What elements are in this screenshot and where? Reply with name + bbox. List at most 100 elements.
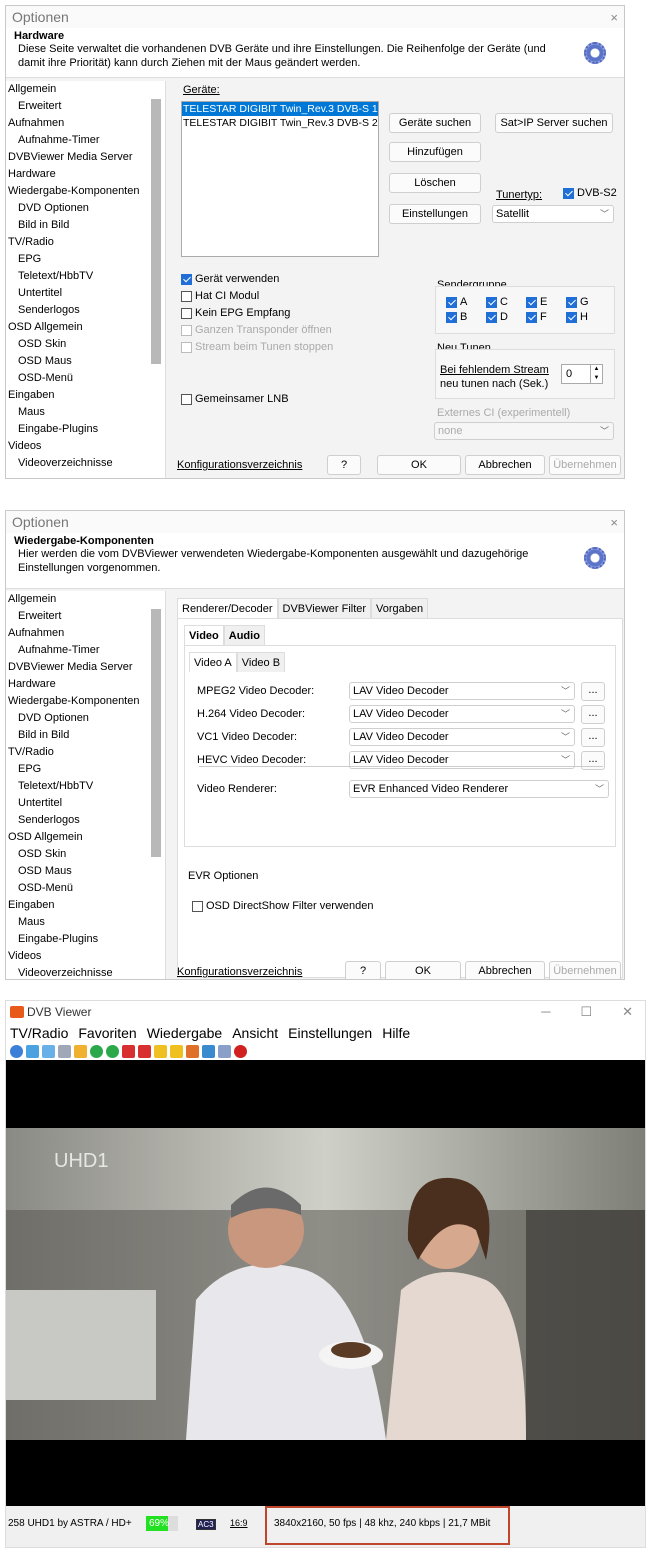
close-icon[interactable]: × bbox=[610, 10, 618, 25]
decoder-select[interactable]: LAV Video Decoder ﹀ bbox=[349, 682, 575, 700]
tree-item[interactable]: Untertitel bbox=[6, 795, 165, 812]
tree-item[interactable]: OSD-Menü bbox=[6, 880, 165, 897]
apply-button[interactable]: Übernehmen bbox=[549, 455, 621, 475]
use-device-checkbox[interactable]: Gerät verwenden bbox=[181, 273, 279, 285]
shared-lnb-checkbox[interactable]: Gemeinsamer LNB bbox=[181, 393, 289, 405]
tree-item[interactable]: OSD Skin bbox=[6, 846, 165, 863]
tree-item[interactable]: Teletext/HbbTV bbox=[6, 778, 165, 795]
tree-item[interactable]: EPG bbox=[6, 251, 165, 268]
cancel-button[interactable]: Abbrechen bbox=[465, 455, 545, 475]
tree-item[interactable]: OSD Maus bbox=[6, 353, 165, 370]
list-item[interactable]: TELESTAR DIGIBIT Twin_Rev.3 DVB-S 1 bbox=[182, 102, 378, 116]
tab-vorgaben[interactable]: Vorgaben bbox=[371, 598, 429, 618]
ci-module-checkbox[interactable]: Hat CI Modul bbox=[181, 290, 259, 302]
channels-icon[interactable] bbox=[42, 1044, 55, 1058]
menu-einstellungen[interactable]: Einstellungen bbox=[288, 1025, 372, 1041]
tree-item[interactable]: Bild in Bild bbox=[6, 727, 165, 744]
config-dir-link[interactable]: Konfigurationsverzeichnis bbox=[177, 459, 302, 471]
tv-icon[interactable] bbox=[10, 1044, 23, 1058]
tree-item[interactable]: DVD Optionen bbox=[6, 710, 165, 727]
options-tree[interactable]: Allgemein Erweitert Aufnahmen Aufnahme-Time… bbox=[6, 591, 166, 979]
tree-item[interactable]: Maus bbox=[6, 914, 165, 931]
next-channel-icon[interactable] bbox=[138, 1044, 151, 1058]
tree-item[interactable]: Allgemein bbox=[6, 591, 165, 608]
no-epg-checkbox[interactable]: Kein EPG Empfang bbox=[181, 307, 290, 319]
group-checkbox-f[interactable]: F bbox=[526, 311, 547, 323]
video-renderer-select[interactable]: EVR Enhanced Video Renderer ﹀ bbox=[349, 780, 609, 798]
teletext-icon[interactable] bbox=[58, 1044, 71, 1058]
close-icon[interactable]: ✕ bbox=[622, 1004, 633, 1020]
forward-icon[interactable] bbox=[106, 1044, 119, 1058]
devices-list[interactable]: TELESTAR DIGIBIT Twin_Rev.3 DVB-S 1 TELE… bbox=[181, 101, 379, 257]
tree-item[interactable]: DVD Optionen bbox=[6, 200, 165, 217]
tree-item[interactable]: Erweitert bbox=[6, 98, 165, 115]
tree-item[interactable]: Wiedergabe-Komponenten bbox=[6, 693, 165, 710]
search-devices-button[interactable]: Geräte suchen bbox=[389, 113, 481, 133]
tab-renderer-decoder[interactable]: Renderer/Decoder bbox=[177, 598, 278, 618]
tree-item[interactable]: TV/Radio bbox=[6, 234, 165, 251]
tree-item[interactable]: Eingaben bbox=[6, 387, 165, 404]
menu-favoriten[interactable]: Favoriten bbox=[78, 1025, 136, 1041]
volume-down-icon[interactable] bbox=[154, 1044, 167, 1058]
tree-item[interactable]: Videoverzeichnisse bbox=[6, 455, 165, 472]
tree-item[interactable]: Aufnahmen bbox=[6, 625, 165, 642]
tree-item[interactable]: OSD Maus bbox=[6, 863, 165, 880]
tree-item[interactable]: Eingabe-Plugins bbox=[6, 421, 165, 438]
apply-button[interactable]: Übernehmen bbox=[549, 961, 621, 979]
tree-item[interactable]: Aufnahme-Timer bbox=[6, 642, 165, 659]
retune-seconds-stepper[interactable]: 0 ▲ ▼ bbox=[561, 364, 603, 384]
tree-item[interactable]: Videos bbox=[6, 948, 165, 965]
video-area[interactable]: UHD1 bbox=[6, 1060, 645, 1506]
tree-item[interactable]: Hardware bbox=[6, 676, 165, 693]
volume-up-icon[interactable] bbox=[170, 1044, 183, 1058]
group-checkbox-a[interactable]: A bbox=[446, 296, 467, 308]
decoder-settings-button[interactable]: ... bbox=[581, 682, 605, 701]
tab-dvbviewer-filter[interactable]: DVBViewer Filter bbox=[277, 598, 372, 618]
snapshot-icon[interactable] bbox=[202, 1044, 215, 1058]
tree-item[interactable]: Aufnahme-Timer bbox=[6, 132, 165, 149]
osd-directshow-checkbox[interactable]: OSD DirectShow Filter verwenden bbox=[192, 900, 374, 912]
tree-item[interactable]: OSD-Menü bbox=[6, 370, 165, 387]
satip-search-button[interactable]: Sat>IP Server suchen bbox=[495, 113, 613, 133]
tree-item[interactable]: Videos bbox=[6, 438, 165, 455]
tunertype-select[interactable]: Satellit ﹀ bbox=[492, 205, 614, 223]
settings-button[interactable]: Einstellungen bbox=[389, 204, 481, 224]
stepper-arrows-icon[interactable]: ▲ ▼ bbox=[590, 365, 602, 383]
tab-video-b[interactable]: Video B bbox=[236, 652, 286, 672]
tree-item[interactable]: Senderlogos bbox=[6, 302, 165, 319]
dvbs2-checkbox[interactable]: DVB-S2 bbox=[563, 187, 617, 199]
tab-audio[interactable]: Audio bbox=[223, 625, 265, 645]
tree-item[interactable]: Hardware bbox=[6, 166, 165, 183]
external-ci-select[interactable]: none ﹀ bbox=[434, 422, 614, 440]
settings-icon[interactable] bbox=[218, 1044, 231, 1058]
tree-item[interactable]: Teletext/HbbTV bbox=[6, 268, 165, 285]
tree-item[interactable]: Aufnahmen bbox=[6, 115, 165, 132]
previous-channel-icon[interactable] bbox=[122, 1044, 135, 1058]
tree-item[interactable]: Bild in Bild bbox=[6, 217, 165, 234]
help-button[interactable]: ? bbox=[327, 455, 361, 475]
record-icon[interactable] bbox=[234, 1044, 247, 1058]
ok-button[interactable]: OK bbox=[385, 961, 461, 979]
config-dir-link[interactable]: Konfigurationsverzeichnis bbox=[177, 966, 302, 978]
tree-item[interactable]: Eingaben bbox=[6, 897, 165, 914]
tree-item[interactable]: Wiedergabe-Komponenten bbox=[6, 183, 165, 200]
tree-item[interactable]: DVBViewer Media Server bbox=[6, 659, 165, 676]
tree-item[interactable]: Maus bbox=[6, 404, 165, 421]
decoder-settings-button[interactable]: ... bbox=[581, 751, 605, 770]
group-checkbox-g[interactable]: G bbox=[566, 296, 589, 308]
group-checkbox-e[interactable]: E bbox=[526, 296, 547, 308]
menu-tv-radio[interactable]: TV/Radio bbox=[10, 1025, 68, 1041]
full-transponder-checkbox[interactable]: Ganzen Transponder öffnen bbox=[181, 324, 332, 336]
group-checkbox-b[interactable]: B bbox=[446, 311, 467, 323]
decoder-select[interactable]: LAV Video Decoder ﹀ bbox=[349, 705, 575, 723]
tree-item[interactable]: OSD Skin bbox=[6, 336, 165, 353]
timeshift-icon[interactable] bbox=[186, 1044, 199, 1058]
group-checkbox-d[interactable]: D bbox=[486, 311, 508, 323]
group-checkbox-c[interactable]: C bbox=[486, 296, 508, 308]
help-button[interactable]: ? bbox=[345, 961, 381, 979]
tree-item[interactable]: Allgemein bbox=[6, 81, 165, 98]
menu-wiedergabe[interactable]: Wiedergabe bbox=[147, 1025, 223, 1041]
tree-scrollbar[interactable] bbox=[151, 99, 161, 364]
decoder-select[interactable]: LAV Video Decoder ﹀ bbox=[349, 728, 575, 746]
cancel-button[interactable]: Abbrechen bbox=[465, 961, 545, 979]
